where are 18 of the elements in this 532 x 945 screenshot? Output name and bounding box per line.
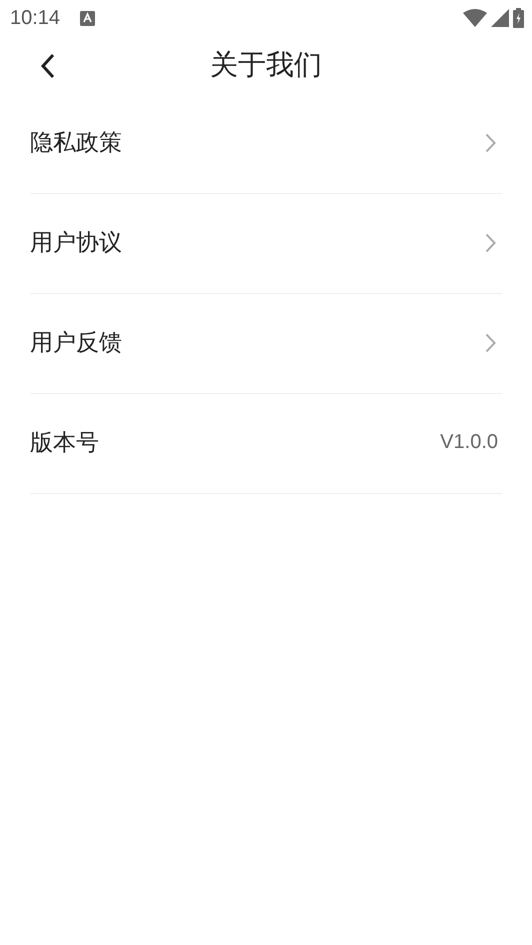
menu-row[interactable]: 隐私政策 <box>30 94 502 194</box>
row-label: 版本号 <box>30 429 100 458</box>
battery-icon <box>513 8 524 28</box>
row-label: 隐私政策 <box>30 129 123 158</box>
back-icon <box>40 53 56 79</box>
menu-row[interactable]: 用户协议 <box>30 194 502 294</box>
wifi-icon <box>463 9 487 27</box>
status-time: 10:14 <box>10 6 60 30</box>
row-label: 用户反馈 <box>30 329 123 358</box>
chevron-icon <box>485 232 496 252</box>
menu-row[interactable]: 用户反馈 <box>30 294 502 394</box>
version-value: V1.0.0 <box>440 431 498 454</box>
chevron-icon <box>485 332 496 352</box>
row-label: 用户协议 <box>30 229 123 258</box>
chevron-icon <box>485 132 496 152</box>
notification-icon <box>80 10 96 26</box>
signal-icon <box>491 9 509 27</box>
page-title: 关于我们 <box>210 47 322 83</box>
